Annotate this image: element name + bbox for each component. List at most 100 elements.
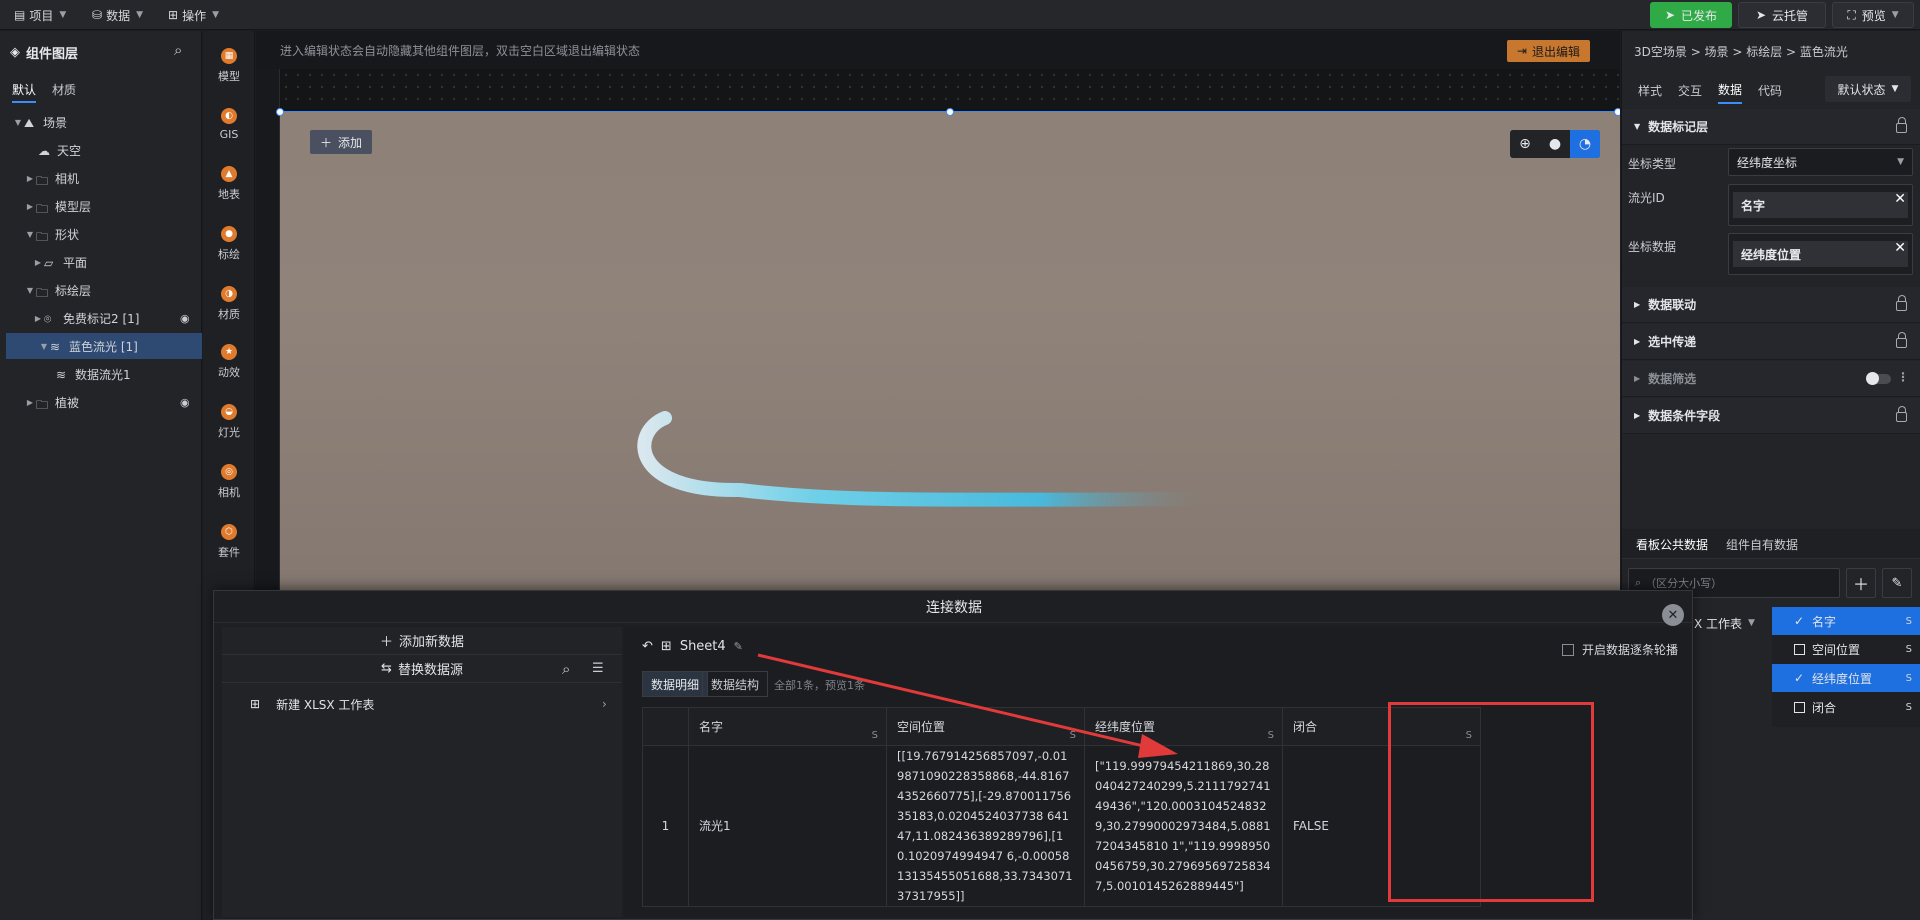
- coord-type-select[interactable]: 经纬度坐标 ▼: [1728, 148, 1913, 176]
- tool-camera[interactable]: ◎ 相机: [203, 457, 255, 507]
- flow-id-field[interactable]: 名字 ✕: [1728, 184, 1913, 226]
- tab-data-detail[interactable]: 数据明细: [642, 671, 709, 697]
- tab-code[interactable]: 代码: [1758, 76, 1782, 104]
- menu-data[interactable]: ⛁ 数据 ▼: [92, 0, 143, 30]
- section-condition-field[interactable]: ▶ 数据条件字段: [1622, 398, 1920, 434]
- kit-icon: ⬡: [221, 524, 237, 540]
- tree-item-model-layer[interactable]: ▶ 🗀 模型层: [0, 193, 202, 219]
- tab-interaction[interactable]: 交互: [1678, 76, 1702, 104]
- filter-list-icon[interactable]: ☰: [592, 661, 604, 676]
- tab-data[interactable]: 数据: [1718, 76, 1743, 104]
- table-icon: ⊞: [660, 639, 672, 654]
- tab-public-data[interactable]: 看板公共数据: [1636, 536, 1708, 553]
- tool-plot[interactable]: ● 标绘: [203, 219, 255, 269]
- bulb-icon: ◒: [221, 404, 237, 420]
- state-select[interactable]: 默认状态 ▼: [1825, 76, 1911, 102]
- caret-right-icon[interactable]: ▶: [32, 314, 44, 323]
- caret-down-icon[interactable]: ▼: [24, 286, 36, 295]
- tool-kit[interactable]: ⬡ 套件: [203, 517, 255, 567]
- undo-icon[interactable]: ↶: [642, 639, 653, 654]
- edit-icon[interactable]: ✎: [1882, 568, 1912, 598]
- close-icon[interactable]: ✕: [1894, 191, 1906, 207]
- add-new-data-button[interactable]: ＋添加新数据: [222, 627, 622, 655]
- resize-handle[interactable]: [276, 108, 284, 116]
- tree-item-sky[interactable]: ☁ 天空: [0, 137, 202, 163]
- plus-icon: ＋: [379, 635, 393, 650]
- tool-light[interactable]: ◒ 灯光: [203, 397, 255, 447]
- tree-item-shape[interactable]: ▼ 🗀 形状: [0, 221, 202, 247]
- sheet-select[interactable]: X 工作表 ▼: [1694, 609, 1772, 637]
- caret-right-icon[interactable]: ▶: [24, 398, 36, 407]
- tool-model[interactable]: ▦ 模型: [203, 41, 255, 91]
- caret-down-icon[interactable]: ▼: [38, 342, 50, 351]
- add-data-icon[interactable]: ＋: [1846, 568, 1876, 598]
- caret-right-icon[interactable]: ▶: [24, 202, 36, 211]
- caret-right-icon[interactable]: ▶: [24, 174, 36, 183]
- more-icon[interactable]: ⋮: [1897, 370, 1909, 384]
- preview-button[interactable]: ⛶ 预览 ▼: [1832, 2, 1914, 28]
- resize-handle[interactable]: [946, 108, 954, 116]
- published-button[interactable]: ➤ 已发布: [1650, 2, 1732, 28]
- column-header-space[interactable]: 空间位置 S: [886, 707, 1085, 746]
- column-header-geo[interactable]: 经纬度位置 S: [1084, 707, 1283, 746]
- caret-right-icon[interactable]: ▶: [32, 258, 44, 267]
- tool-terrain[interactable]: ▲ 地表: [203, 159, 255, 209]
- close-icon[interactable]: ✕: [1894, 240, 1906, 256]
- resize-handle[interactable]: [1614, 108, 1620, 116]
- loop-toggle[interactable]: 开启数据逐条轮播: [1562, 641, 1678, 658]
- column-header-name[interactable]: 名字 S: [688, 707, 887, 746]
- section-selection-pass[interactable]: ▶ 选中传递: [1622, 324, 1920, 360]
- 3d-scene-viewport[interactable]: ＋添加 ⊕ ● ◔: [276, 108, 1620, 591]
- hidden-eye-icon[interactable]: ◉: [180, 396, 190, 409]
- string-type-icon: S: [1905, 672, 1912, 684]
- tree-item-free-marker[interactable]: ▶ ⌾ 免费标记2 [1] ◉: [0, 305, 202, 331]
- tab-own-data[interactable]: 组件自有数据: [1726, 536, 1798, 553]
- cloud-host-button[interactable]: ➤ 云托管: [1738, 2, 1826, 28]
- caret-down-icon[interactable]: ▼: [24, 230, 36, 239]
- hidden-eye-icon[interactable]: ◉: [180, 312, 190, 325]
- close-icon[interactable]: ✕: [1662, 604, 1684, 626]
- section-data-marker[interactable]: ▼ 数据标记层: [1622, 109, 1920, 145]
- blue-flow-line: [637, 411, 1217, 507]
- search-icon: ⌕: [1635, 576, 1642, 589]
- tab-data-structure[interactable]: 数据结构: [702, 671, 769, 697]
- search-icon[interactable]: ⌕: [562, 660, 570, 678]
- menu-operate[interactable]: ⊞ 操作 ▼: [168, 0, 219, 30]
- column-option-closed[interactable]: 闭合 S: [1772, 693, 1920, 721]
- tree-item-data-flow[interactable]: ≋ 数据流光1: [0, 361, 202, 387]
- tree-item-plot-layer[interactable]: ▼ 🗀 标绘层: [0, 277, 202, 303]
- coord-data-field[interactable]: 经纬度位置 ✕: [1728, 233, 1913, 275]
- layers-panel: ◈ 组件图层 ⌕ 默认 材质 ▼ ⛰ 场景 ☁ 天空 ▶ 🗀 相机 ▶ 🗀 模型层 ▼ 🗀 形状 ▶…: [0, 31, 202, 920]
- column-option-name[interactable]: ✓ 名字 S: [1772, 607, 1920, 635]
- replace-source-button[interactable]: ⇆ 替换数据源 ⌕ ☰: [222, 655, 622, 683]
- tab-style[interactable]: 样式: [1638, 76, 1662, 104]
- tab-default[interactable]: 默认: [12, 81, 37, 103]
- section-data-link[interactable]: ▶ 数据联动: [1622, 287, 1920, 323]
- data-preview-panel: ↶ ⊞ Sheet4 ✎ 开启数据逐条轮播 数据明细 数据结构 全部1条，预览1条 名…: [624, 627, 1690, 917]
- highlight-box: [1388, 702, 1594, 902]
- tree-item-vegetation[interactable]: ▶ 🗀 植被 ◉: [0, 389, 202, 415]
- model-icon: ▦: [221, 48, 237, 64]
- edit-icon[interactable]: ✎: [734, 640, 743, 653]
- search-icon[interactable]: ⌕: [174, 41, 182, 59]
- tree-item-blue-flow[interactable]: ▼ ≋ 蓝色流光 [1]: [6, 333, 202, 359]
- section-data-filter[interactable]: ▶ 数据筛选 ⋮: [1622, 361, 1920, 397]
- tree-item-scene[interactable]: ▼ ⛰ 场景: [0, 109, 202, 135]
- column-option-space[interactable]: 空间位置 S: [1772, 635, 1920, 663]
- plane-icon: ▱: [44, 256, 54, 270]
- string-type-icon: S: [1905, 615, 1912, 627]
- column-option-geo[interactable]: ✓ 经纬度位置 S: [1772, 664, 1920, 692]
- exit-edit-button[interactable]: ⇥ 退出编辑: [1506, 40, 1590, 62]
- tree-item-camera[interactable]: ▶ 🗀 相机: [0, 165, 202, 191]
- tool-effect[interactable]: ★ 动效: [203, 337, 255, 387]
- flow-icon: ≋: [50, 340, 61, 354]
- source-item-xlsx[interactable]: ⊞ 新建 XLSX 工作表 ›: [222, 689, 622, 719]
- tree-item-plane[interactable]: ▶ ▱ 平面: [0, 249, 202, 275]
- tab-material[interactable]: 材质: [52, 81, 76, 98]
- menu-project[interactable]: ▤ 项目 ▼: [14, 0, 66, 30]
- checkbox-icon[interactable]: [1562, 643, 1574, 656]
- caret-down-icon[interactable]: ▼: [12, 118, 24, 127]
- sheet-header: ↶ ⊞ Sheet4 ✎: [642, 639, 743, 654]
- tool-gis[interactable]: ◐ GIS: [203, 99, 255, 149]
- tool-material[interactable]: ◑ 材质: [203, 279, 255, 329]
